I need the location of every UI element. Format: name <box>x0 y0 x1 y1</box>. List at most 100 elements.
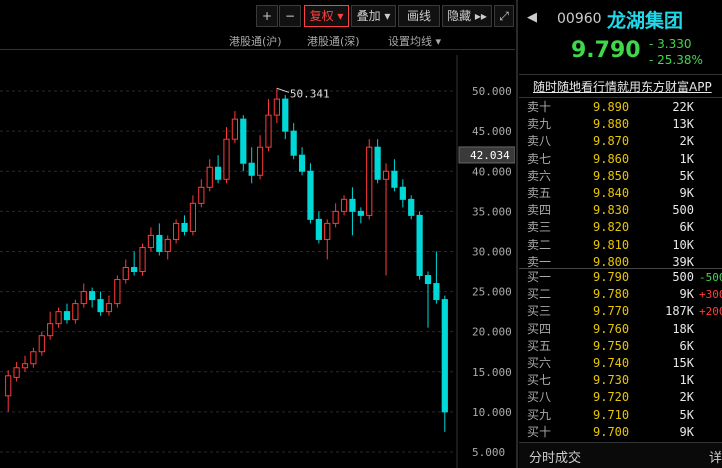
zoom-in-button[interactable]: + <box>256 5 278 27</box>
candle-body <box>441 299 448 413</box>
ma-settings-dropdown[interactable]: 设置均线 ▾ <box>388 33 441 49</box>
fuquan-dropdown[interactable]: 复权 ▾ <box>304 5 349 27</box>
last-price: 9.790 <box>571 38 641 63</box>
candlestick-chart[interactable]: 50.000 45.000 40.000 35.000 30.000 25.000 20.0… <box>0 55 515 468</box>
hk-connect-sh-link[interactable]: 港股通(沪) <box>229 33 282 49</box>
bid-level-label: 买一 <box>527 270 552 284</box>
panel-divider <box>516 0 518 468</box>
candle-body <box>156 234 163 252</box>
ask-level-label: 卖十 <box>527 100 552 114</box>
bid-row[interactable]: 买九 9.710 5K <box>519 407 722 424</box>
candle-body <box>307 170 314 220</box>
bid-row[interactable]: 买五 9.750 6K <box>519 338 722 355</box>
bottom-tabbar: 分时成交 详 <box>519 442 722 468</box>
candle-body <box>332 210 339 224</box>
candle-body <box>147 234 155 248</box>
candle-body <box>416 214 423 277</box>
bid-row[interactable]: 买二 9.780 9K +300 <box>519 286 722 303</box>
expand-icon[interactable]: ⤢ <box>494 5 514 27</box>
ask-price: 9.870 <box>593 134 630 149</box>
ask-volume: 6K <box>679 220 694 235</box>
price-change: - 3.330 <box>649 37 692 51</box>
y-tick-label: 10.000 <box>472 406 512 419</box>
detail-tab[interactable]: 详 <box>709 447 722 466</box>
y-tick-label: 30.000 <box>472 245 512 258</box>
candle-body <box>164 238 171 252</box>
high-marker-line <box>276 87 290 93</box>
ask-row[interactable]: 卖八 9.870 2K <box>519 133 722 150</box>
bid-row[interactable]: 买七 9.730 1K <box>519 372 722 389</box>
candle-body <box>63 311 71 321</box>
candle-body <box>55 311 62 325</box>
ask-price: 9.840 <box>593 186 630 200</box>
back-arrow-icon[interactable]: ◀ <box>527 10 537 25</box>
candle-body <box>47 323 54 337</box>
ask-level-label: 卖五 <box>527 186 552 200</box>
draw-line-button[interactable]: 画线 <box>398 5 440 27</box>
pct-change: - 25.38% <box>649 53 703 67</box>
candle-body <box>173 222 180 240</box>
ask-row[interactable]: 卖九 9.880 13K <box>519 116 722 133</box>
ask-row[interactable]: 卖四 9.830 500 <box>519 202 722 219</box>
bid-row[interactable]: 买三 9.770 187K +200 <box>519 303 722 320</box>
candle-body <box>349 198 356 212</box>
bid-row[interactable]: 买十 9.700 9K <box>519 424 722 441</box>
candle-body <box>399 186 406 200</box>
ask-volume: 9K <box>679 186 694 200</box>
zoom-out-button[interactable]: − <box>279 5 301 27</box>
time-sales-tab[interactable]: 分时成交 <box>529 447 581 466</box>
y-tick-label: 5.000 <box>472 446 505 459</box>
candle-body <box>105 303 113 313</box>
hk-connect-sz-link[interactable]: 港股通(深) <box>307 33 360 49</box>
candle-body <box>382 170 390 180</box>
bid-level-label: 买十 <box>527 424 552 439</box>
bid-volume-change: -500 <box>699 271 722 284</box>
bid-volume: 500 <box>672 270 694 284</box>
candle-body <box>231 118 238 140</box>
ask-row[interactable]: 卖五 9.840 9K <box>519 185 722 202</box>
ask-level-label: 卖二 <box>527 237 552 252</box>
candle-body <box>366 146 373 216</box>
candle-body <box>273 98 280 116</box>
ask-price: 9.880 <box>593 117 630 132</box>
bid-price: 9.730 <box>593 373 630 388</box>
candle-body <box>89 291 96 301</box>
separator <box>519 97 722 98</box>
candle-body <box>290 130 297 156</box>
bid-level-label: 买二 <box>527 287 552 302</box>
candle-body <box>80 291 87 305</box>
bid-row[interactable]: 买六 9.740 15K <box>519 355 722 372</box>
candle-body <box>139 246 146 273</box>
bid-level-label: 买五 <box>527 338 552 353</box>
y-tick-label: 50.000 <box>472 85 512 98</box>
ask-row[interactable]: 卖三 9.820 6K <box>519 219 722 236</box>
bid-volume: 9K <box>679 424 694 439</box>
bid-row[interactable]: 买一 9.790 500 -500 <box>519 269 722 286</box>
ask-level-label: 卖六 <box>527 168 552 183</box>
overlay-dropdown[interactable]: 叠加 ▾ <box>351 5 396 27</box>
ask-volume: 1K <box>679 151 694 166</box>
ask-price: 9.890 <box>593 100 630 114</box>
bid-level-label: 买四 <box>527 321 552 336</box>
candle-body <box>248 162 255 176</box>
bid-volume-change: +300 <box>699 288 722 302</box>
ask-price: 9.820 <box>593 220 630 235</box>
ask-row[interactable]: 卖二 9.810 10K <box>519 237 722 254</box>
bid-row[interactable]: 买八 9.720 2K <box>519 389 722 406</box>
candle-body <box>357 210 364 216</box>
bid-price: 9.770 <box>593 304 630 319</box>
bid-row[interactable]: 买四 9.760 18K <box>519 321 722 338</box>
candle-body <box>38 335 45 353</box>
candle-body <box>433 283 440 301</box>
separator <box>0 49 515 50</box>
stock-code: 00960 <box>557 11 602 27</box>
hide-button[interactable]: 隐藏 ▸▸ <box>442 5 492 27</box>
candle-body <box>30 351 37 365</box>
ad-link[interactable]: 随时随地看行情就用东方财富APP <box>533 78 712 95</box>
ask-row[interactable]: 卖六 9.850 5K <box>519 168 722 185</box>
ask-row[interactable]: 卖七 9.860 1K <box>519 151 722 168</box>
bid-level-label: 买九 <box>527 407 552 422</box>
candle-body <box>424 275 432 285</box>
ask-row[interactable]: 卖十 9.890 22K <box>519 99 722 116</box>
candle-body <box>240 118 247 164</box>
